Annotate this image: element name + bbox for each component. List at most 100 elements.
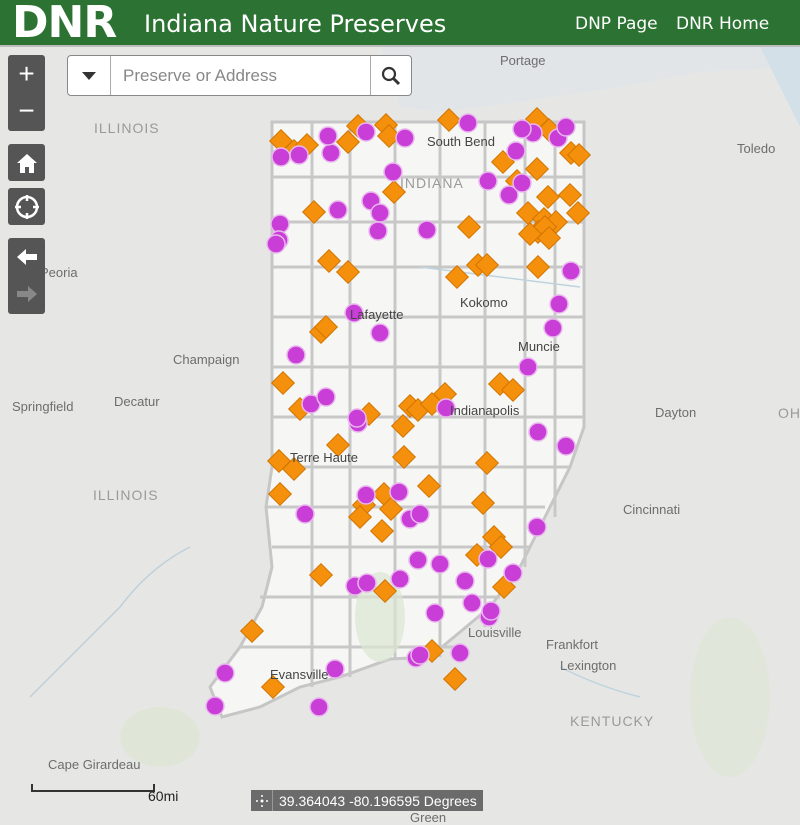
state-label: KENTUCKY — [570, 713, 655, 729]
preserve-marker-circle[interactable] — [512, 119, 532, 139]
app-header: DNR Indiana Nature Preserves DNP Page DN… — [0, 0, 800, 48]
lake-erie — [760, 47, 800, 127]
search-icon — [381, 66, 401, 85]
preserve-marker-circle[interactable] — [295, 504, 315, 524]
city-label: Cape Girardeau — [48, 757, 141, 772]
preserve-marker-circle[interactable] — [321, 143, 341, 163]
lake-michigan — [380, 47, 800, 112]
dnp-page-link[interactable]: DNP Page — [575, 14, 658, 34]
city-label: Indianapolis — [450, 403, 520, 418]
app-title: Indiana Nature Preserves — [144, 10, 447, 38]
preserve-marker-circle[interactable] — [410, 504, 430, 524]
preserve-marker-circle[interactable] — [347, 408, 367, 428]
preserve-marker-circle[interactable] — [318, 126, 338, 146]
preserve-marker-circle[interactable] — [266, 234, 286, 254]
preserve-marker-circle[interactable] — [417, 220, 437, 240]
preserve-marker-circle[interactable] — [270, 214, 290, 234]
zoom-controls: + − — [8, 55, 45, 131]
preserve-marker-circle[interactable] — [356, 485, 376, 505]
city-label: Lexington — [560, 658, 617, 673]
home-icon — [8, 144, 45, 181]
zoom-out-button[interactable]: − — [8, 92, 45, 129]
preserve-marker-circle[interactable] — [478, 549, 498, 569]
preserve-marker-circle[interactable] — [528, 422, 548, 442]
previous-extent-button[interactable] — [8, 238, 45, 275]
preserve-marker-circle[interactable] — [205, 696, 225, 716]
city-label: Cincinnati — [623, 502, 681, 517]
preserve-marker-circle[interactable] — [481, 601, 501, 621]
locate-icon — [8, 188, 45, 225]
state-label: INDIANA — [400, 175, 464, 191]
preserve-marker-circle[interactable] — [458, 113, 478, 133]
preserve-marker-circle[interactable] — [462, 593, 482, 613]
preserve-marker-circle[interactable] — [512, 173, 532, 193]
city-label: Evansville — [270, 667, 329, 682]
city-label: Toledo — [737, 141, 776, 156]
coordinate-text: 39.364043 -80.196595 Degrees — [279, 792, 477, 809]
preserve-marker-circle[interactable] — [286, 345, 306, 365]
preserve-marker-circle[interactable] — [425, 603, 445, 623]
map-view[interactable]: Portage South Bend Toledo Peoria Kokomo … — [0, 47, 800, 825]
preserve-marker-circle[interactable] — [408, 550, 428, 570]
zoom-out-icon: − — [18, 94, 35, 126]
preserve-marker-circle[interactable] — [549, 294, 569, 314]
preserve-marker-circle[interactable] — [389, 482, 409, 502]
state-label: ILLINOIS — [94, 120, 160, 136]
preserve-marker-circle[interactable] — [289, 145, 309, 165]
city-label: Frankfort — [546, 637, 599, 652]
crosshair-icon[interactable] — [251, 790, 273, 811]
preserve-marker-circle[interactable] — [325, 659, 345, 679]
preserve-marker-circle[interactable] — [215, 663, 235, 683]
preserve-marker-circle[interactable] — [390, 569, 410, 589]
city-label: Kokomo — [460, 295, 508, 310]
preserve-marker-circle[interactable] — [410, 645, 430, 665]
city-label: Terre Haute — [290, 450, 358, 465]
city-label: Champaign — [173, 352, 240, 367]
preserve-marker-circle[interactable] — [543, 318, 563, 338]
preserve-marker-circle[interactable] — [395, 128, 415, 148]
preserve-marker-circle[interactable] — [527, 517, 547, 537]
preserve-marker-circle[interactable] — [561, 261, 581, 281]
zoom-in-button[interactable]: + — [8, 55, 45, 92]
dnr-logo[interactable]: DNR — [12, 0, 117, 48]
city-label: Lafayette — [350, 307, 404, 322]
next-extent-button[interactable] — [8, 275, 45, 312]
preserve-marker-circle[interactable] — [450, 643, 470, 663]
locate-button[interactable] — [8, 188, 45, 225]
search-button[interactable] — [370, 56, 411, 95]
zoom-in-icon: + — [18, 57, 35, 89]
search-source-dropdown[interactable] — [68, 56, 111, 95]
preserve-marker-circle[interactable] — [368, 221, 388, 241]
city-label: Green — [410, 810, 447, 825]
preserve-marker-circle[interactable] — [556, 117, 576, 137]
city-label: Dayton — [655, 405, 697, 420]
preserve-marker-circle[interactable] — [357, 573, 377, 593]
preserve-marker-circle[interactable] — [506, 141, 526, 161]
preserve-marker-circle[interactable] — [309, 697, 329, 717]
preserve-marker-circle[interactable] — [271, 147, 291, 167]
scale-bar — [31, 784, 155, 792]
home-button[interactable] — [8, 144, 45, 181]
preserve-marker-circle[interactable] — [370, 323, 390, 343]
city-label: Decatur — [114, 394, 160, 409]
preserve-marker-circle[interactable] — [455, 571, 475, 591]
preserve-marker-circle[interactable] — [556, 436, 576, 456]
chevron-down-icon — [82, 71, 96, 80]
preserve-marker-circle[interactable] — [503, 563, 523, 583]
preserve-marker-circle[interactable] — [356, 122, 376, 142]
preserve-marker-circle[interactable] — [328, 200, 348, 220]
city-label: Peoria — [40, 265, 78, 280]
search-input[interactable] — [111, 56, 370, 95]
preserve-marker-circle[interactable] — [430, 554, 450, 574]
city-label: Muncie — [518, 339, 560, 354]
preserve-marker-diamond[interactable] — [442, 666, 468, 692]
dnr-home-link[interactable]: DNR Home — [676, 14, 769, 34]
search-bar — [67, 55, 412, 96]
city-label: Louisville — [468, 625, 522, 640]
preserve-marker-circle[interactable] — [316, 387, 336, 407]
basemap — [29, 47, 800, 777]
preserve-marker-circle[interactable] — [518, 357, 538, 377]
preserve-marker-circle[interactable] — [478, 171, 498, 191]
forward-arrow-icon — [16, 285, 37, 302]
preserve-marker-circle[interactable] — [370, 203, 390, 223]
